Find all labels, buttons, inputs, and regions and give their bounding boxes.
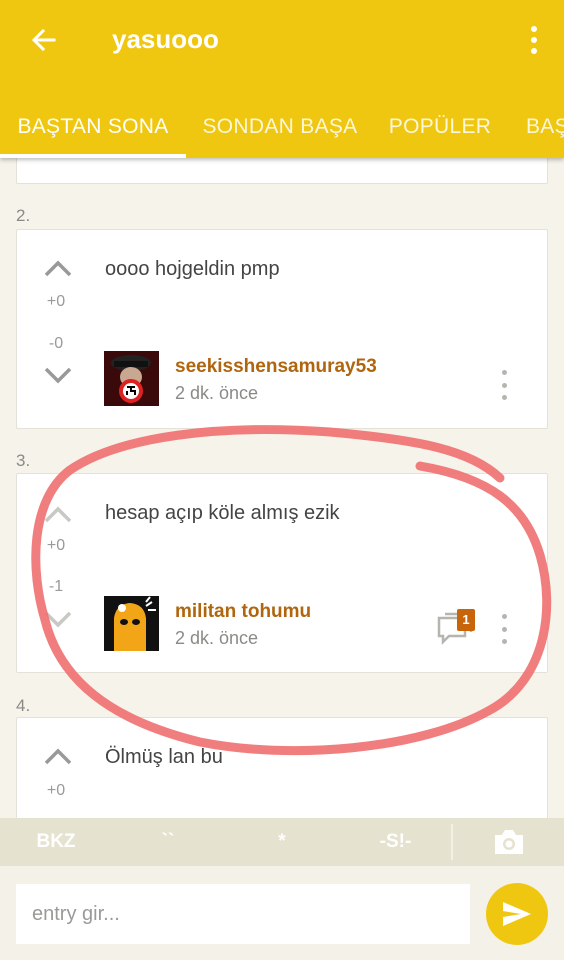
page-title: yasuooo (112, 24, 219, 54)
upvote-icon[interactable] (43, 504, 73, 524)
avatar-image (104, 596, 159, 651)
more-vert-icon (531, 26, 537, 32)
tab-partial[interactable]: BAŞ (506, 96, 564, 158)
overflow-menu-button[interactable] (524, 22, 544, 58)
upvote-count: +0 (46, 293, 66, 310)
camera-icon (494, 830, 523, 854)
entry-number: 3. (16, 451, 31, 470)
entry-input[interactable] (16, 884, 470, 944)
entry-card: +0 -0 oooo hojgeldin pmp seekisshensamur… (16, 229, 548, 429)
more-vert-dot (531, 37, 537, 43)
upvote-count: +0 (46, 782, 66, 799)
tab-bastan-sona[interactable]: BAŞTAN SONA (0, 96, 186, 158)
entry-text: Ölmüş lan bu (105, 746, 223, 768)
more-dot (501, 395, 507, 400)
more-vert-dot (531, 48, 537, 54)
downvote-icon[interactable] (43, 610, 73, 630)
more-dot (501, 614, 507, 619)
entry-text: hesap açıp köle almış ezik (105, 502, 340, 524)
entry-card: +0 -1 hesap açıp köle almış ezik militan… (16, 473, 548, 673)
camera-button[interactable] (453, 818, 564, 866)
upvote-icon[interactable] (43, 746, 73, 766)
upvote-icon[interactable] (43, 258, 73, 278)
star-button[interactable]: * (224, 818, 340, 866)
more-dot (501, 382, 507, 388)
more-dot (501, 639, 507, 644)
spoiler-button[interactable]: -S!- (340, 818, 451, 866)
avatar[interactable] (104, 351, 159, 406)
comment-count-badge: 1 (457, 609, 475, 631)
entry-text: oooo hojgeldin pmp (105, 258, 280, 280)
author-link[interactable]: militan tohumu (175, 601, 311, 623)
entry-more-button[interactable] (499, 614, 509, 644)
back-button[interactable] (26, 22, 62, 58)
downvote-icon[interactable] (43, 366, 73, 386)
entry-number: 4. (16, 696, 31, 715)
avatar[interactable] (104, 596, 159, 651)
arrow-left-icon (31, 28, 56, 52)
entry-more-button[interactable] (499, 370, 509, 400)
author-link[interactable]: seekisshensamuray53 (175, 356, 377, 378)
more-dot (501, 370, 507, 375)
more-dot (501, 626, 507, 632)
tab-sondan-basa[interactable]: SONDAN BAŞA (186, 96, 374, 158)
entry-card: +0 Ölmüş lan bu (16, 717, 548, 827)
tab-bar: BAŞTAN SONA SONDAN BAŞA POPÜLER BAŞ (0, 96, 564, 158)
entry-time[interactable]: 2 dk. önce (175, 383, 258, 404)
entry-number: 2. (16, 206, 31, 225)
downvote-count: -0 (48, 335, 64, 352)
app-bar: yasuooo BAŞTAN SONA SONDAN BAŞA POPÜLER … (0, 0, 564, 158)
quote-button[interactable]: `` (112, 818, 224, 866)
bkz-button[interactable]: BKZ (0, 818, 112, 866)
tab-populer[interactable]: POPÜLER (374, 96, 506, 158)
avatar-image (104, 351, 159, 406)
upvote-count: +0 (46, 537, 66, 554)
entry-time[interactable]: 2 dk. önce (175, 628, 258, 649)
send-icon (503, 902, 531, 926)
active-tab-indicator (0, 154, 186, 158)
format-toolbar: BKZ `` * -S!- (0, 818, 564, 866)
composer (0, 866, 564, 960)
send-button[interactable] (486, 883, 548, 945)
downvote-count: -1 (48, 578, 64, 595)
